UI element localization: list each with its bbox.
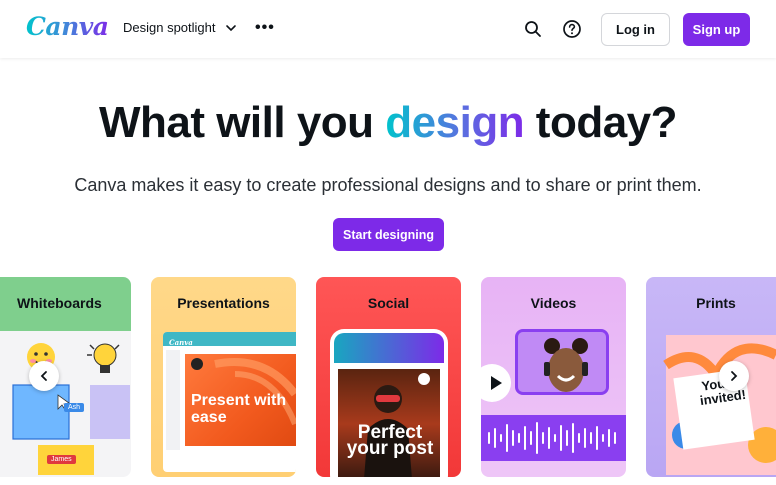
hero-title-part-2: today? xyxy=(524,98,678,147)
login-button[interactable]: Log in xyxy=(601,13,670,46)
presentation-app-logo: Canva xyxy=(169,338,193,347)
hero-subtitle: Canva makes it easy to create profession… xyxy=(74,175,702,195)
card-social[interactable]: Social Perfect your post xyxy=(316,277,461,477)
presentation-slide-text: Present with ease xyxy=(191,392,287,426)
nav-design-spotlight-label: Design spotlight xyxy=(123,20,216,35)
video-thumbnail xyxy=(515,329,609,395)
social-post-text: Perfect your post xyxy=(346,422,434,459)
more-icon[interactable]: ••• xyxy=(255,19,275,37)
carousel-prev-button[interactable] xyxy=(29,361,59,391)
signup-button[interactable]: Sign up xyxy=(683,13,750,46)
top-header: Canva Design spotlight ••• Log in Sign u… xyxy=(0,0,776,58)
chevron-right-icon xyxy=(731,371,738,381)
canva-logo[interactable]: Canva xyxy=(26,12,109,41)
play-icon xyxy=(491,376,502,390)
nav-design-spotlight[interactable]: Design spotlight xyxy=(123,20,238,35)
start-designing-button[interactable]: Start designing xyxy=(333,218,444,251)
presentation-editor-mock: Canva Present with ease xyxy=(163,332,296,472)
presentation-editor-sidebar xyxy=(166,350,180,450)
chevron-down-icon xyxy=(225,24,236,31)
hero-title: What will you design today? xyxy=(0,98,776,148)
card-presentations-label: Presentations xyxy=(177,295,270,311)
social-post-image: Perfect your post xyxy=(338,369,440,477)
whiteboard-tag-james: James xyxy=(47,455,76,464)
presentation-slide: Present with ease xyxy=(185,354,296,446)
help-icon[interactable] xyxy=(561,18,583,40)
carousel-next-button[interactable] xyxy=(719,361,749,391)
card-videos[interactable]: Videos xyxy=(481,277,626,477)
phone-mock: Perfect your post xyxy=(330,329,448,477)
card-social-label: Social xyxy=(367,295,410,311)
hero-title-part-1: What will you xyxy=(98,98,386,147)
video-play-button[interactable] xyxy=(481,364,511,402)
card-prints[interactable]: Prints You're invited! xyxy=(646,277,776,477)
card-prints-label: Prints xyxy=(696,295,736,311)
whiteboard-illustration xyxy=(12,343,130,475)
search-icon[interactable] xyxy=(522,18,544,40)
whiteboard-tag-ash: Ash xyxy=(64,403,85,412)
presentation-editor-topbar: Canva xyxy=(163,332,296,347)
chevron-left-icon xyxy=(40,371,47,381)
audio-waveform xyxy=(481,415,626,461)
card-whiteboards[interactable]: Whiteboards Ash James xyxy=(0,277,131,477)
card-presentations[interactable]: Presentations Canva Present with ease xyxy=(151,277,296,477)
video-person-illustration xyxy=(518,332,606,392)
phone-topbar xyxy=(334,333,444,363)
hero-title-highlight: design xyxy=(385,98,525,147)
card-videos-label: Videos xyxy=(530,295,577,311)
